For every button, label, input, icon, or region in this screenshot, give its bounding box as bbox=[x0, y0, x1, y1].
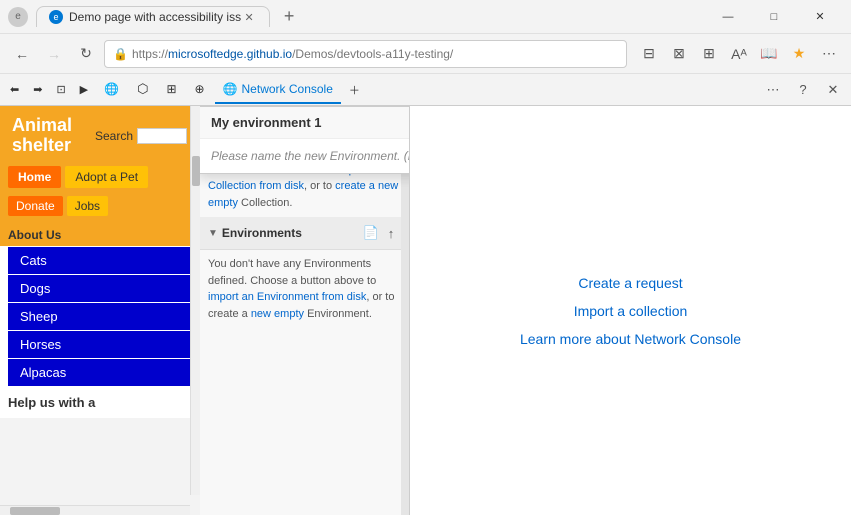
forward-button[interactable]: → bbox=[40, 40, 68, 68]
learn-more-link[interactable]: Learn more about Network Console bbox=[520, 331, 741, 347]
env-name-placeholder: Please name the new Environment. (Press … bbox=[211, 149, 410, 163]
search-label: Search bbox=[95, 129, 133, 143]
import-collection-main-link[interactable]: Import a collection bbox=[574, 303, 688, 319]
help-button[interactable]: ? bbox=[789, 76, 817, 104]
close-window-button[interactable]: ✕ bbox=[797, 0, 843, 34]
env-popup-title: My environment 1 bbox=[200, 107, 410, 139]
tab-plus-icon[interactable]: ⊕ bbox=[187, 76, 213, 104]
import-env-icon[interactable]: 📄 bbox=[361, 223, 381, 243]
webpage-wrapper: Animal shelter Search Home Adopt a Pet D… bbox=[0, 106, 200, 515]
devtools-panel: ▼ Collections 📄 ↑ You don't have any Col… bbox=[200, 106, 851, 515]
back-button[interactable]: ← bbox=[8, 40, 36, 68]
shelter-header: Animal shelter Search bbox=[0, 106, 199, 166]
adopt-nav-button[interactable]: Adopt a Pet bbox=[65, 166, 148, 188]
animal-item-dogs[interactable]: Dogs bbox=[8, 275, 191, 302]
devtools-toolbar: ⬅ ➡ ⊡ ▶ 🌐 ⬡ ⊞ ⊕ 🌐 Network Console ＋ ⋯ ? … bbox=[0, 74, 851, 106]
active-tab[interactable]: e Demo page with accessibility iss ✕ bbox=[36, 6, 270, 27]
nav-row2: Donate Jobs bbox=[0, 196, 199, 224]
search-input[interactable] bbox=[137, 128, 187, 144]
create-env-link[interactable]: new empty bbox=[251, 308, 304, 320]
refresh-button[interactable]: ↻ bbox=[72, 40, 100, 68]
collections-sidebar: ▼ Collections 📄 ↑ You don't have any Col… bbox=[200, 106, 410, 515]
favorites-icon[interactable]: ★ bbox=[785, 40, 813, 68]
webpage-scrollbar[interactable] bbox=[190, 106, 200, 495]
globe-icon: 🌐 bbox=[104, 82, 119, 96]
webpage-hscrollbar[interactable] bbox=[0, 505, 190, 515]
tab-close-button[interactable]: ✕ bbox=[241, 9, 257, 25]
hscroll-thumb bbox=[10, 507, 60, 515]
tab-title: Demo page with accessibility iss bbox=[69, 10, 241, 24]
more-options-button[interactable]: ⋯ bbox=[759, 76, 787, 104]
url-display: https://microsoftedge.github.io/Demos/de… bbox=[132, 47, 453, 61]
cursor-icon: ⬡ bbox=[137, 81, 148, 97]
export-env-icon[interactable]: ↑ bbox=[381, 223, 401, 243]
about-nav-button[interactable]: About Us bbox=[0, 224, 199, 246]
environments-section-title: Environments bbox=[222, 226, 361, 240]
help-text: Help us with a bbox=[0, 387, 199, 418]
environments-content: You don't have any Environments defined.… bbox=[200, 250, 409, 328]
main-content: Animal shelter Search Home Adopt a Pet D… bbox=[0, 106, 851, 515]
immersive-reader-icon[interactable]: 📖 bbox=[755, 40, 783, 68]
scroll-thumb bbox=[192, 156, 200, 186]
webpage-panel: Animal shelter Search Home Adopt a Pet D… bbox=[0, 106, 200, 418]
collections-icon[interactable]: ⊟ bbox=[635, 40, 663, 68]
network-console-icon: 🌐 bbox=[223, 82, 238, 96]
add-tab-button[interactable]: ＋ bbox=[343, 78, 366, 102]
close-devtools-button[interactable]: ✕ bbox=[819, 76, 847, 104]
title-bar: e e Demo page with accessibility iss ✕ +… bbox=[0, 0, 851, 34]
jobs-nav-button[interactable]: Jobs bbox=[67, 196, 108, 216]
elements-icon: ⊕ bbox=[195, 82, 205, 96]
reader-mode-icon[interactable]: Aᴬ bbox=[725, 40, 753, 68]
environments-arrow: ▼ bbox=[208, 228, 218, 239]
animal-item-alpacas[interactable]: Alpacas bbox=[8, 359, 191, 386]
devtools-nav-forward[interactable]: ➡ bbox=[27, 78, 48, 102]
network-console-label: Network Console bbox=[242, 82, 333, 96]
tab-grid[interactable]: ⊞ bbox=[158, 76, 184, 104]
devtools-main-area: Create a request Import a collection Lea… bbox=[410, 106, 851, 515]
tab-favicon: e bbox=[49, 10, 63, 24]
nav-row1: Home Adopt a Pet bbox=[0, 166, 199, 196]
browser-icon: e bbox=[8, 7, 28, 27]
tab-globe[interactable]: 🌐 bbox=[96, 76, 127, 104]
environments-section-header: ▼ Environments 📄 ↑ bbox=[200, 217, 409, 250]
create-request-link[interactable]: Create a request bbox=[578, 275, 682, 291]
devtools-pin-btn[interactable]: ▶ bbox=[74, 78, 94, 102]
tab-network-console[interactable]: 🌐 Network Console bbox=[215, 76, 341, 104]
env-popup: My environment 1 Please name the new Env… bbox=[200, 106, 410, 174]
animal-item-sheep[interactable]: Sheep bbox=[8, 303, 191, 330]
animal-list: Cats Dogs Sheep Horses Alpacas bbox=[0, 247, 199, 386]
animal-item-horses[interactable]: Horses bbox=[8, 331, 191, 358]
donate-nav-button[interactable]: Donate bbox=[8, 196, 63, 216]
tab-inspect[interactable]: ⬡ bbox=[129, 76, 156, 104]
address-input[interactable]: 🔒 https://microsoftedge.github.io/Demos/… bbox=[104, 40, 627, 68]
import-env-link[interactable]: import an Environment from disk bbox=[208, 291, 366, 303]
maximize-button[interactable]: □ bbox=[751, 0, 797, 34]
new-tab-button[interactable]: + bbox=[274, 6, 304, 27]
grid-icon[interactable]: ⊞ bbox=[695, 40, 723, 68]
home-nav-button[interactable]: Home bbox=[8, 166, 61, 188]
animal-item-cats[interactable]: Cats bbox=[8, 247, 191, 274]
address-bar: ← → ↻ 🔒 https://microsoftedge.github.io/… bbox=[0, 34, 851, 74]
more-tools-icon[interactable]: ⋯ bbox=[815, 40, 843, 68]
minimize-button[interactable]: — bbox=[705, 0, 751, 34]
split-screen-icon[interactable]: ⊠ bbox=[665, 40, 693, 68]
devtools-nav-back[interactable]: ⬅ bbox=[4, 78, 25, 102]
devtools-dock-btn[interactable]: ⊡ bbox=[50, 78, 71, 102]
shelter-title: Animal shelter bbox=[12, 116, 95, 156]
grid2-icon: ⊞ bbox=[166, 82, 176, 96]
env-name-input[interactable]: Please name the new Environment. (Press … bbox=[200, 139, 410, 173]
